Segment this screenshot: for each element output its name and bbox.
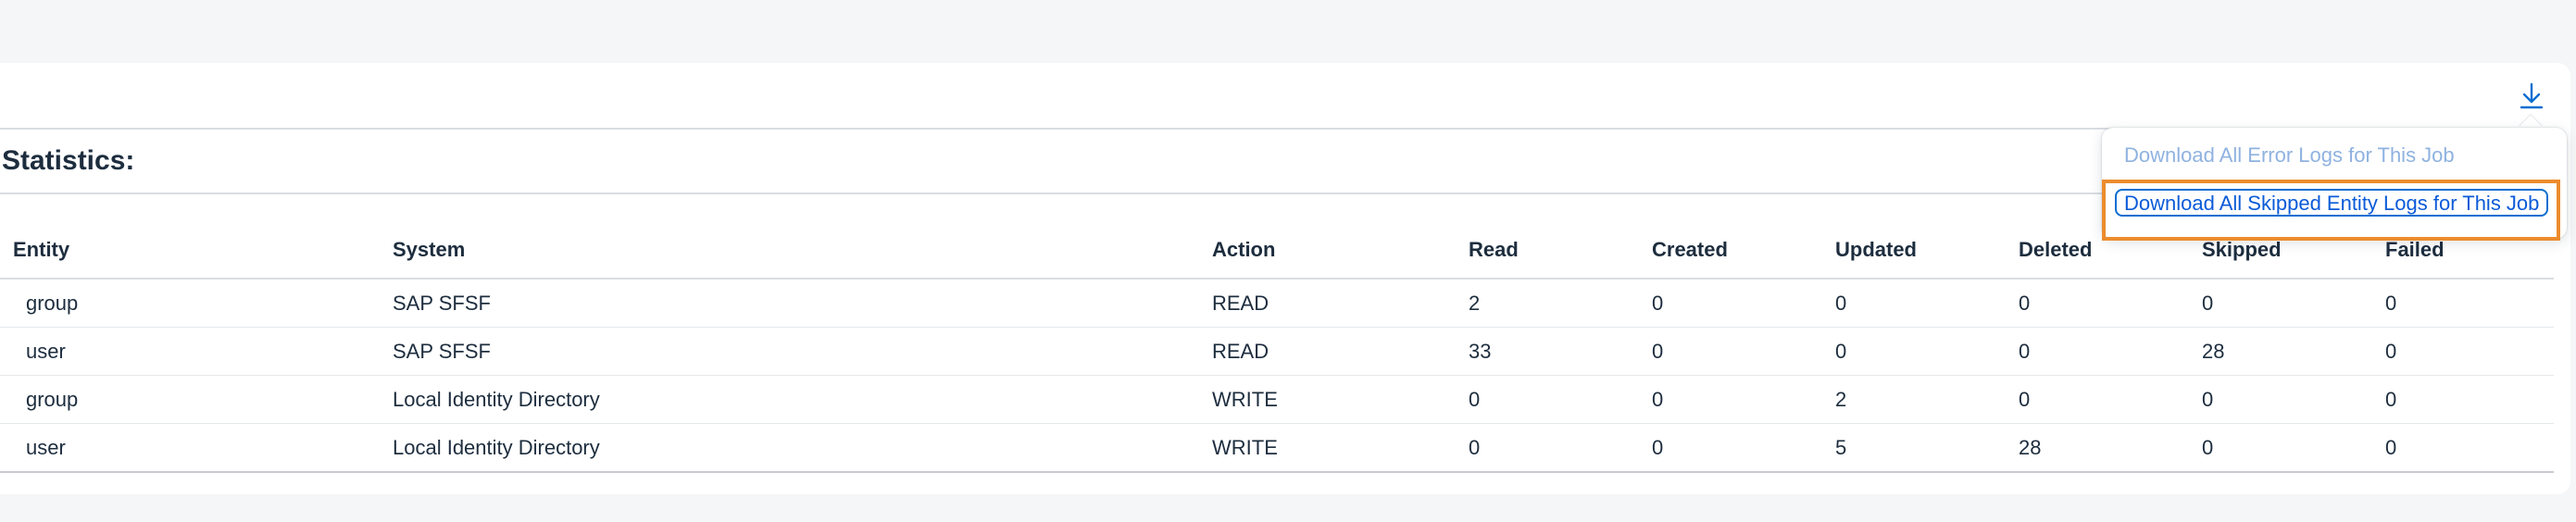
cell-read: 0	[1456, 423, 1639, 473]
column-header-created: Created	[1639, 222, 1822, 280]
cell-failed: 0	[2372, 279, 2554, 328]
column-header-entity: Entity	[0, 222, 380, 280]
cell-deleted: 0	[2006, 279, 2189, 328]
cell-failed: 0	[2372, 375, 2554, 424]
cell-updated: 2	[1822, 375, 2006, 424]
cell-entity: user	[0, 327, 380, 376]
cell-updated: 5	[1822, 423, 2006, 473]
column-header-action: Action	[1199, 222, 1456, 280]
cell-skipped: 0	[2189, 279, 2372, 328]
statistics-title: Statistics:	[2, 145, 135, 176]
cell-skipped: 28	[2189, 327, 2372, 376]
table-row: user SAP SFSF READ 33 0 0 0 28 0	[0, 327, 2554, 376]
cell-action: READ	[1199, 279, 1456, 328]
column-header-read: Read	[1456, 222, 1639, 280]
cell-updated: 0	[1822, 279, 2006, 328]
cell-failed: 0	[2372, 423, 2554, 473]
cell-system: Local Identity Directory	[380, 375, 1199, 424]
table-row: group Local Identity Directory WRITE 0 0…	[0, 375, 2554, 424]
cell-action: WRITE	[1199, 375, 1456, 424]
menu-item-download-error-logs[interactable]: Download All Error Logs for This Job	[2124, 143, 2455, 168]
cell-updated: 0	[1822, 327, 2006, 376]
cell-deleted: 28	[2006, 423, 2189, 473]
cell-read: 33	[1456, 327, 1639, 376]
cell-system: SAP SFSF	[380, 279, 1199, 328]
table-row: user Local Identity Directory WRITE 0 0 …	[0, 423, 2554, 473]
cell-action: READ	[1199, 327, 1456, 376]
cell-created: 0	[1639, 279, 1822, 328]
cell-created: 0	[1639, 375, 1822, 424]
cell-skipped: 0	[2189, 375, 2372, 424]
cell-action: WRITE	[1199, 423, 1456, 473]
cell-entity: group	[0, 279, 380, 328]
cell-system: Local Identity Directory	[380, 423, 1199, 473]
column-header-updated: Updated	[1822, 222, 2006, 280]
table-row: group SAP SFSF READ 2 0 0 0 0 0	[0, 279, 2554, 328]
download-icon	[2520, 82, 2544, 109]
cell-deleted: 0	[2006, 375, 2189, 424]
column-header-system: System	[380, 222, 1199, 280]
menu-item-download-skipped-entity-logs[interactable]: Download All Skipped Entity Logs for Thi…	[2115, 189, 2549, 217]
cell-entity: group	[0, 375, 380, 424]
cell-deleted: 0	[2006, 327, 2189, 376]
cell-created: 0	[1639, 423, 1822, 473]
cell-entity: user	[0, 423, 380, 473]
cell-read: 2	[1456, 279, 1639, 328]
cell-skipped: 0	[2189, 423, 2372, 473]
download-button[interactable]	[2509, 76, 2554, 117]
cell-failed: 0	[2372, 327, 2554, 376]
cell-read: 0	[1456, 375, 1639, 424]
cell-system: SAP SFSF	[380, 327, 1199, 376]
statistics-table: Entity System Action Read Created Update…	[0, 222, 2554, 473]
cell-created: 0	[1639, 327, 1822, 376]
